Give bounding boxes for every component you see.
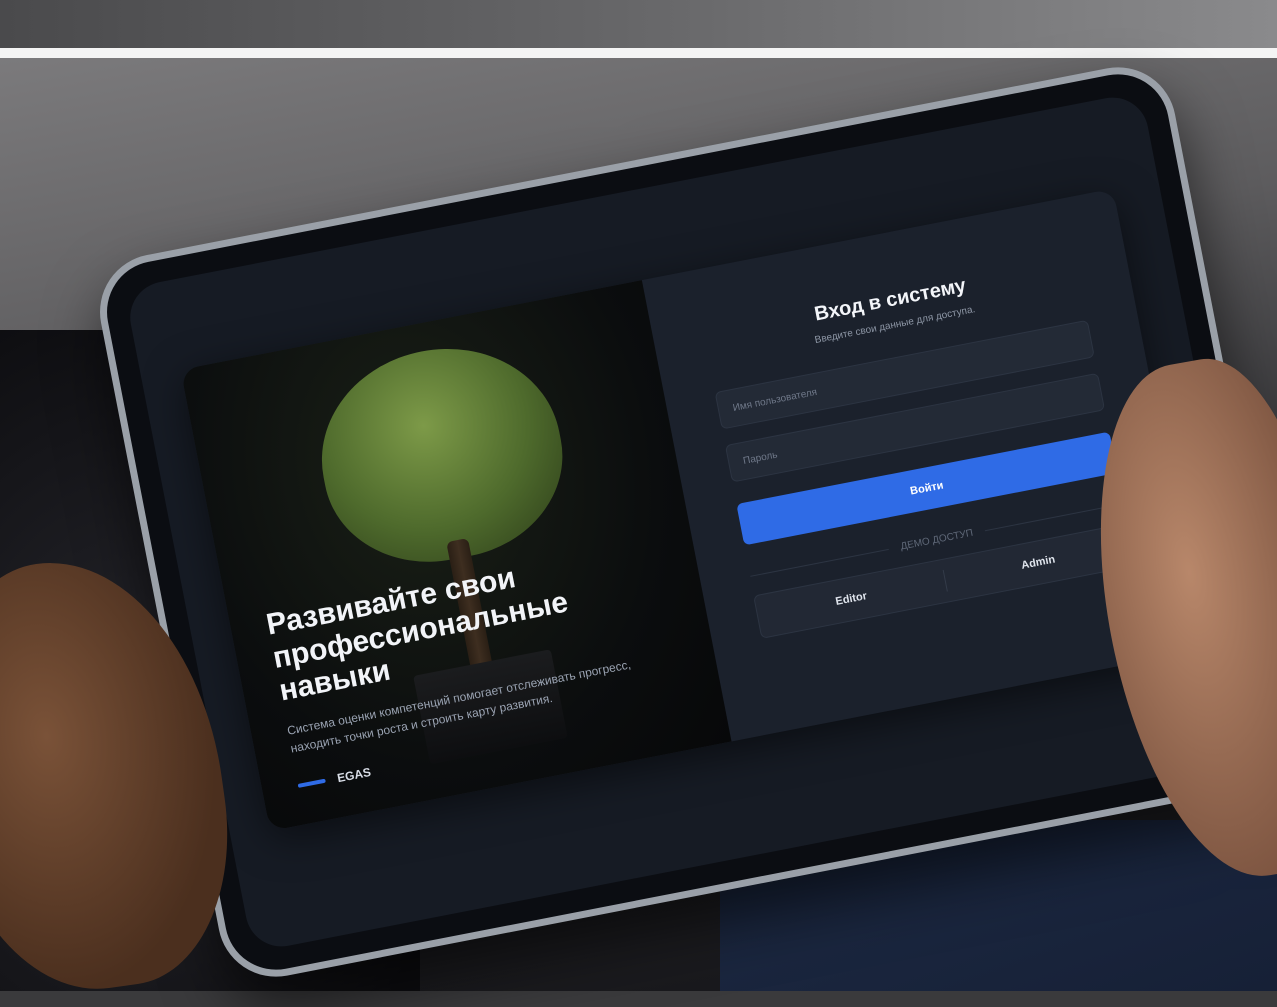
brand-name: EGAS <box>335 764 373 786</box>
hero-text: Развивайте свои профессиональные навыки … <box>264 533 692 793</box>
hero-panel: Развивайте свои профессиональные навыки … <box>180 280 732 832</box>
login-card: Развивайте свои профессиональные навыки … <box>180 188 1203 832</box>
tree-illustration <box>303 328 580 581</box>
background-stripe <box>0 48 1277 58</box>
background-top <box>0 0 1277 48</box>
demo-access-label: ДЕМО ДОСТУП <box>899 527 974 553</box>
brand-mark-icon <box>297 778 326 788</box>
